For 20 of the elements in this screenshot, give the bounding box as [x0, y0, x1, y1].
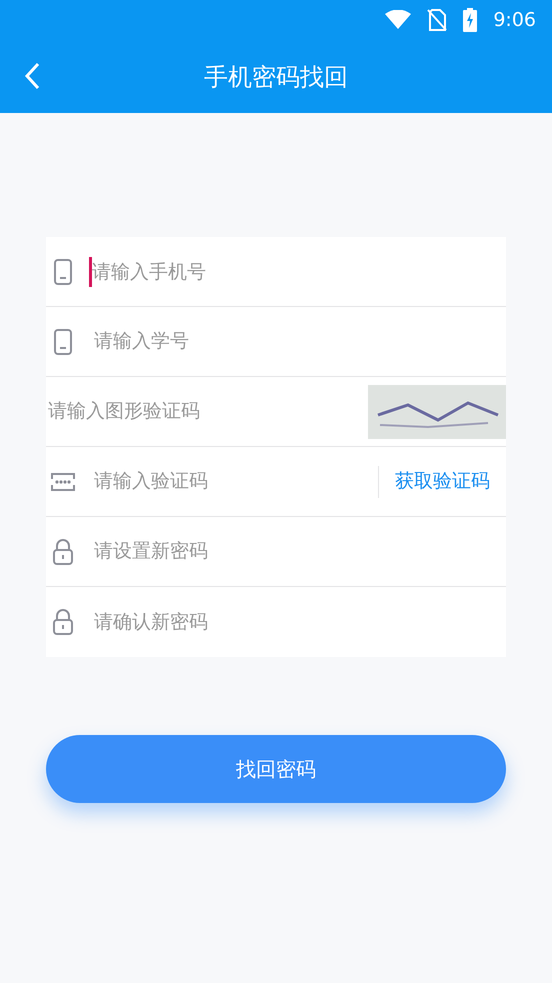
keyboard-icon [50, 472, 76, 492]
lock-icon [53, 538, 73, 564]
status-time: 9:06 [493, 8, 536, 33]
input-field[interactable]: 请确认新密码 [92, 606, 506, 638]
no-sim-icon [427, 9, 448, 31]
get-code-button[interactable]: 获取验证码 [378, 466, 506, 498]
input-field[interactable]: 请输入验证码 [92, 466, 378, 497]
wifi-icon [385, 10, 412, 30]
input-field[interactable]: 请设置新密码 [92, 536, 506, 567]
input-field[interactable]: 请输入图形验证码 [46, 396, 368, 427]
battery-icon [463, 8, 478, 32]
back-button[interactable] [24, 62, 40, 90]
input-field[interactable]: 请输入手机号 [89, 256, 506, 286]
phone-icon [54, 328, 72, 354]
back-icon [24, 62, 40, 90]
page-title: 手机密码找回 [204, 62, 348, 92]
phone-icon [54, 258, 72, 284]
lock-icon [53, 609, 73, 635]
input-field[interactable]: 请输入学号 [92, 326, 506, 357]
submit-button[interactable]: 找回密码 [46, 735, 506, 803]
